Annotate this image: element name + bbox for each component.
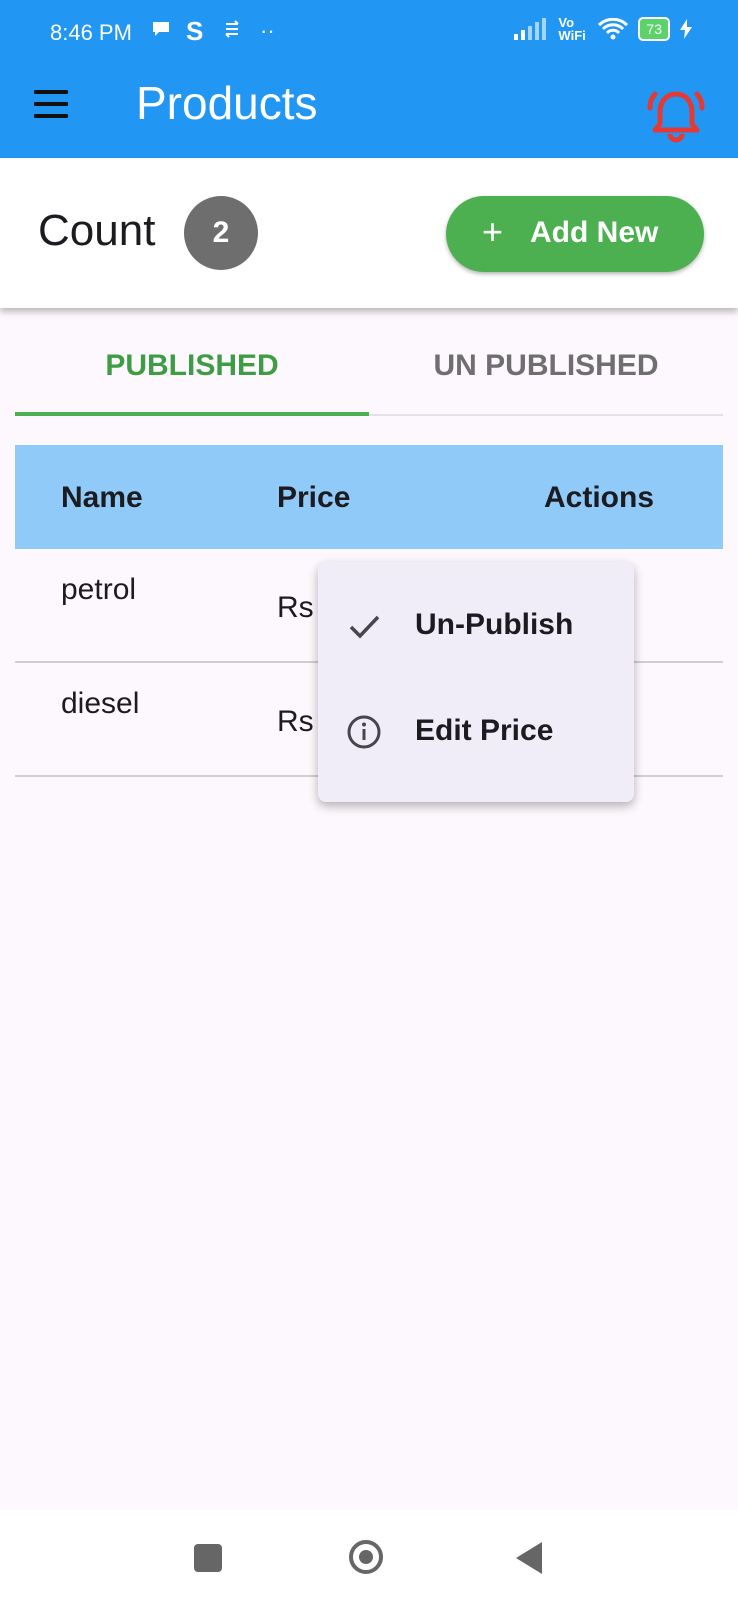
hamburger-icon[interactable] — [34, 90, 70, 118]
plus-icon: + — [482, 211, 504, 252]
back-triangle-icon[interactable] — [516, 1542, 542, 1574]
add-new-button[interactable]: + Add New — [446, 196, 704, 272]
menu-item-unpublish[interactable]: Un-Publish — [318, 572, 634, 678]
actions-popup-menu: Un-Publish Edit Price — [318, 562, 634, 802]
info-icon — [346, 714, 382, 750]
menu-item-label: Un-Publish — [415, 608, 574, 641]
product-price: Rs — [277, 591, 314, 624]
column-header-name: Name — [61, 481, 143, 514]
tab-unpublished[interactable]: UN PUBLISHED — [369, 340, 723, 414]
status-bar: 8:46 PM S ·· Vo WiFi 73 — [0, 0, 738, 66]
more-dots-icon: ·· — [260, 18, 275, 43]
page-title: Products — [136, 77, 318, 129]
product-name: diesel — [61, 687, 140, 720]
status-time: 8:46 PM — [50, 20, 132, 45]
product-name: petrol — [61, 573, 137, 606]
app-bar: 8:46 PM S ·· Vo WiFi 73 Products — [0, 0, 738, 158]
column-header-actions: Actions — [544, 481, 655, 514]
s-icon: S — [186, 16, 204, 46]
tab-published[interactable]: PUBLISHED — [15, 340, 369, 414]
count-label: Count — [38, 206, 156, 255]
menu-item-label: Edit Price — [415, 714, 554, 747]
count-header: Count 2 + Add New — [0, 158, 738, 308]
menu-item-edit-price[interactable]: Edit Price — [318, 678, 634, 784]
column-header-price: Price — [277, 481, 351, 514]
status-right-group: Vo WiFi 73 — [514, 16, 692, 42]
sync-icon — [222, 18, 242, 46]
table-header: Name Price Actions — [15, 445, 723, 549]
count-badge: 2 — [184, 196, 258, 270]
chat-bubble-icon — [150, 18, 172, 46]
check-icon — [346, 608, 382, 644]
tab-bar: PUBLISHED UN PUBLISHED — [15, 340, 723, 416]
add-new-label: Add New — [530, 216, 659, 249]
network-label: Vo WiFi — [558, 15, 586, 43]
product-price: Rs — [277, 705, 314, 738]
system-nav-bar — [0, 1510, 738, 1600]
bell-alert-icon[interactable] — [646, 86, 706, 146]
tab-indicator — [15, 412, 369, 416]
home-circle-icon[interactable] — [349, 1540, 383, 1574]
recents-square-icon[interactable] — [194, 1544, 222, 1572]
wifi-icon — [598, 18, 629, 40]
battery-indicator: 73 — [638, 17, 670, 41]
signal-icon — [514, 18, 547, 40]
charging-icon — [680, 19, 692, 39]
